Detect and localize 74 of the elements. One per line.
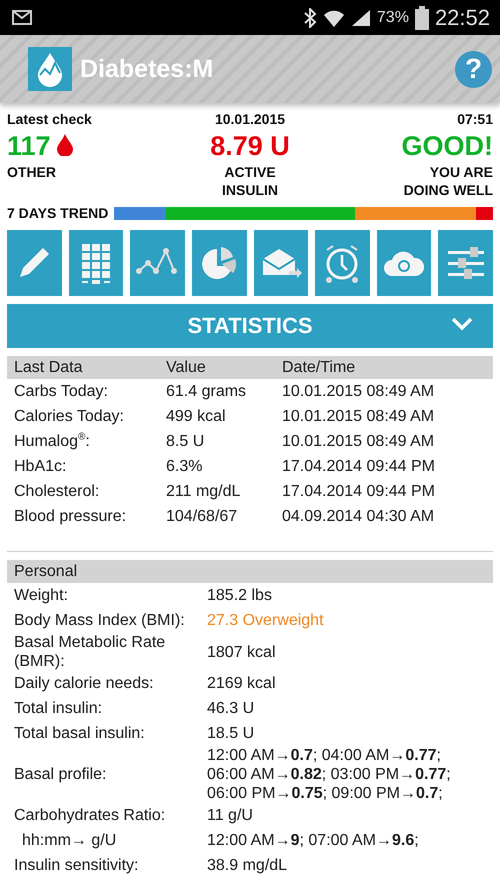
- toolbar-button[interactable]: [130, 230, 185, 296]
- field-value: 1807 kcal: [207, 642, 276, 662]
- toolbar-button[interactable]: [7, 230, 62, 296]
- table-cell-text: 17.04.2014 09:44 PM: [282, 457, 436, 476]
- help-button[interactable]: ?: [455, 50, 492, 88]
- table-cell-text: Humalog$^{®}$:: [14, 432, 91, 451]
- table-cell-text: 499 kcal: [166, 407, 227, 426]
- field-value: 2169 kcal: [207, 674, 276, 693]
- column-header: Last Data: [14, 358, 84, 377]
- toolbar-button[interactable]: [438, 230, 493, 296]
- field-value: 12:00 AM→0.7; 04:00 AM→0.77;: [207, 746, 442, 765]
- blood-drop-icon: [56, 134, 73, 156]
- toolbar-button[interactable]: [376, 230, 432, 296]
- table-cell-text: 10.01.2015 08:49 AM: [282, 382, 436, 401]
- section-header: Personal: [14, 562, 78, 581]
- column-header: Value: [166, 358, 207, 377]
- field-label: Total insulin:: [14, 699, 104, 718]
- field-value: 27.3 Overweight: [207, 611, 325, 630]
- app-title: Diabetes:M: [80, 54, 214, 84]
- field-value: 06:00 AM→0.82; 03:00 PM→0.77;: [207, 765, 452, 784]
- table-cell-text: Carbs Today:: [14, 382, 109, 401]
- sliders-icon: [446, 246, 486, 280]
- field-value: 11 g/U: [207, 806, 254, 825]
- field-label: Body Mass Index (BMI):: [14, 611, 186, 630]
- summary-caption: ACTIVE INSULIN: [221, 163, 279, 199]
- column-header: Date/Time: [282, 358, 356, 377]
- field-label: Insulin sensitivity:: [14, 856, 140, 875]
- field-label: Weight:: [14, 586, 69, 605]
- bluetooth-icon: [302, 8, 317, 28]
- latest-check-label: Latest check: [7, 111, 92, 127]
- active-insulin-value: 8.79 U: [210, 130, 290, 163]
- table-cell-text: HbA1c:: [14, 457, 68, 476]
- table-cell-text: 17.04.2014 09:44 PM: [282, 482, 436, 501]
- chevron-down-icon: [451, 317, 473, 331]
- field-value: 38.9 mg/dL: [207, 856, 288, 875]
- table-cell-text: 04.09.2014 04:30 AM: [282, 507, 436, 526]
- glucose-value: 117: [7, 130, 51, 163]
- statistics-header[interactable]: STATISTICS: [7, 304, 493, 348]
- field-label: Total basal insulin:: [14, 724, 146, 743]
- field-value: 12:00 AM→9; 07:00 AM→9.6;: [207, 831, 420, 850]
- field-label: Basal Metabolic Rate (BMR):: [14, 633, 166, 671]
- field-value: 18.5 U: [207, 724, 256, 743]
- table-cell-text: Cholesterol:: [14, 482, 100, 501]
- check-time: 07:51: [457, 111, 493, 127]
- app-logo-icon: [28, 47, 72, 91]
- signal-icon: [350, 8, 371, 26]
- field-value: 46.3 U: [207, 699, 256, 718]
- table-cell-text: Blood pressure:: [14, 507, 128, 526]
- table-cell-text: 61.4 grams: [166, 382, 248, 401]
- field-value: 06:00 PM→0.75; 09:00 PM→0.7;: [207, 784, 444, 803]
- toolbar-button[interactable]: [68, 230, 124, 296]
- field-label: Daily calorie needs:: [14, 674, 155, 693]
- field-label: hh:mm→ g/U: [21, 831, 118, 850]
- summary-caption: YOU ARE DOING WELL: [402, 163, 493, 199]
- table-cell-text: Calories Today:: [14, 407, 125, 426]
- check-date: 10.01.2015: [214, 111, 286, 127]
- table-cell-text: 10.01.2015 08:49 AM: [282, 432, 436, 451]
- toolbar-button[interactable]: [192, 230, 246, 296]
- table-cell-text: 10.01.2015 08:49 AM: [282, 407, 436, 426]
- clock-time: 22:52: [434, 4, 490, 30]
- table-cell-text: 6.3%: [166, 457, 204, 476]
- table-cell-text: 104/68/67: [166, 507, 238, 526]
- trend-label: 7 DAYS TREND: [7, 205, 108, 221]
- table-cell-text: 211 mg/dL: [166, 482, 242, 501]
- battery-icon: [414, 6, 429, 30]
- toolbar-button[interactable]: [315, 230, 370, 296]
- table-cell-text: 8.5 U: [166, 432, 206, 451]
- battery-percentage: 73%: [376, 8, 409, 26]
- field-label: Carbohydrates Ratio:: [14, 806, 166, 825]
- summary-caption: OTHER: [7, 163, 56, 181]
- toolbar-button[interactable]: [254, 230, 308, 296]
- field-label: Basal profile:: [14, 765, 108, 784]
- field-value: 185.2 lbs: [207, 586, 273, 605]
- status-text: GOOD!: [402, 130, 493, 163]
